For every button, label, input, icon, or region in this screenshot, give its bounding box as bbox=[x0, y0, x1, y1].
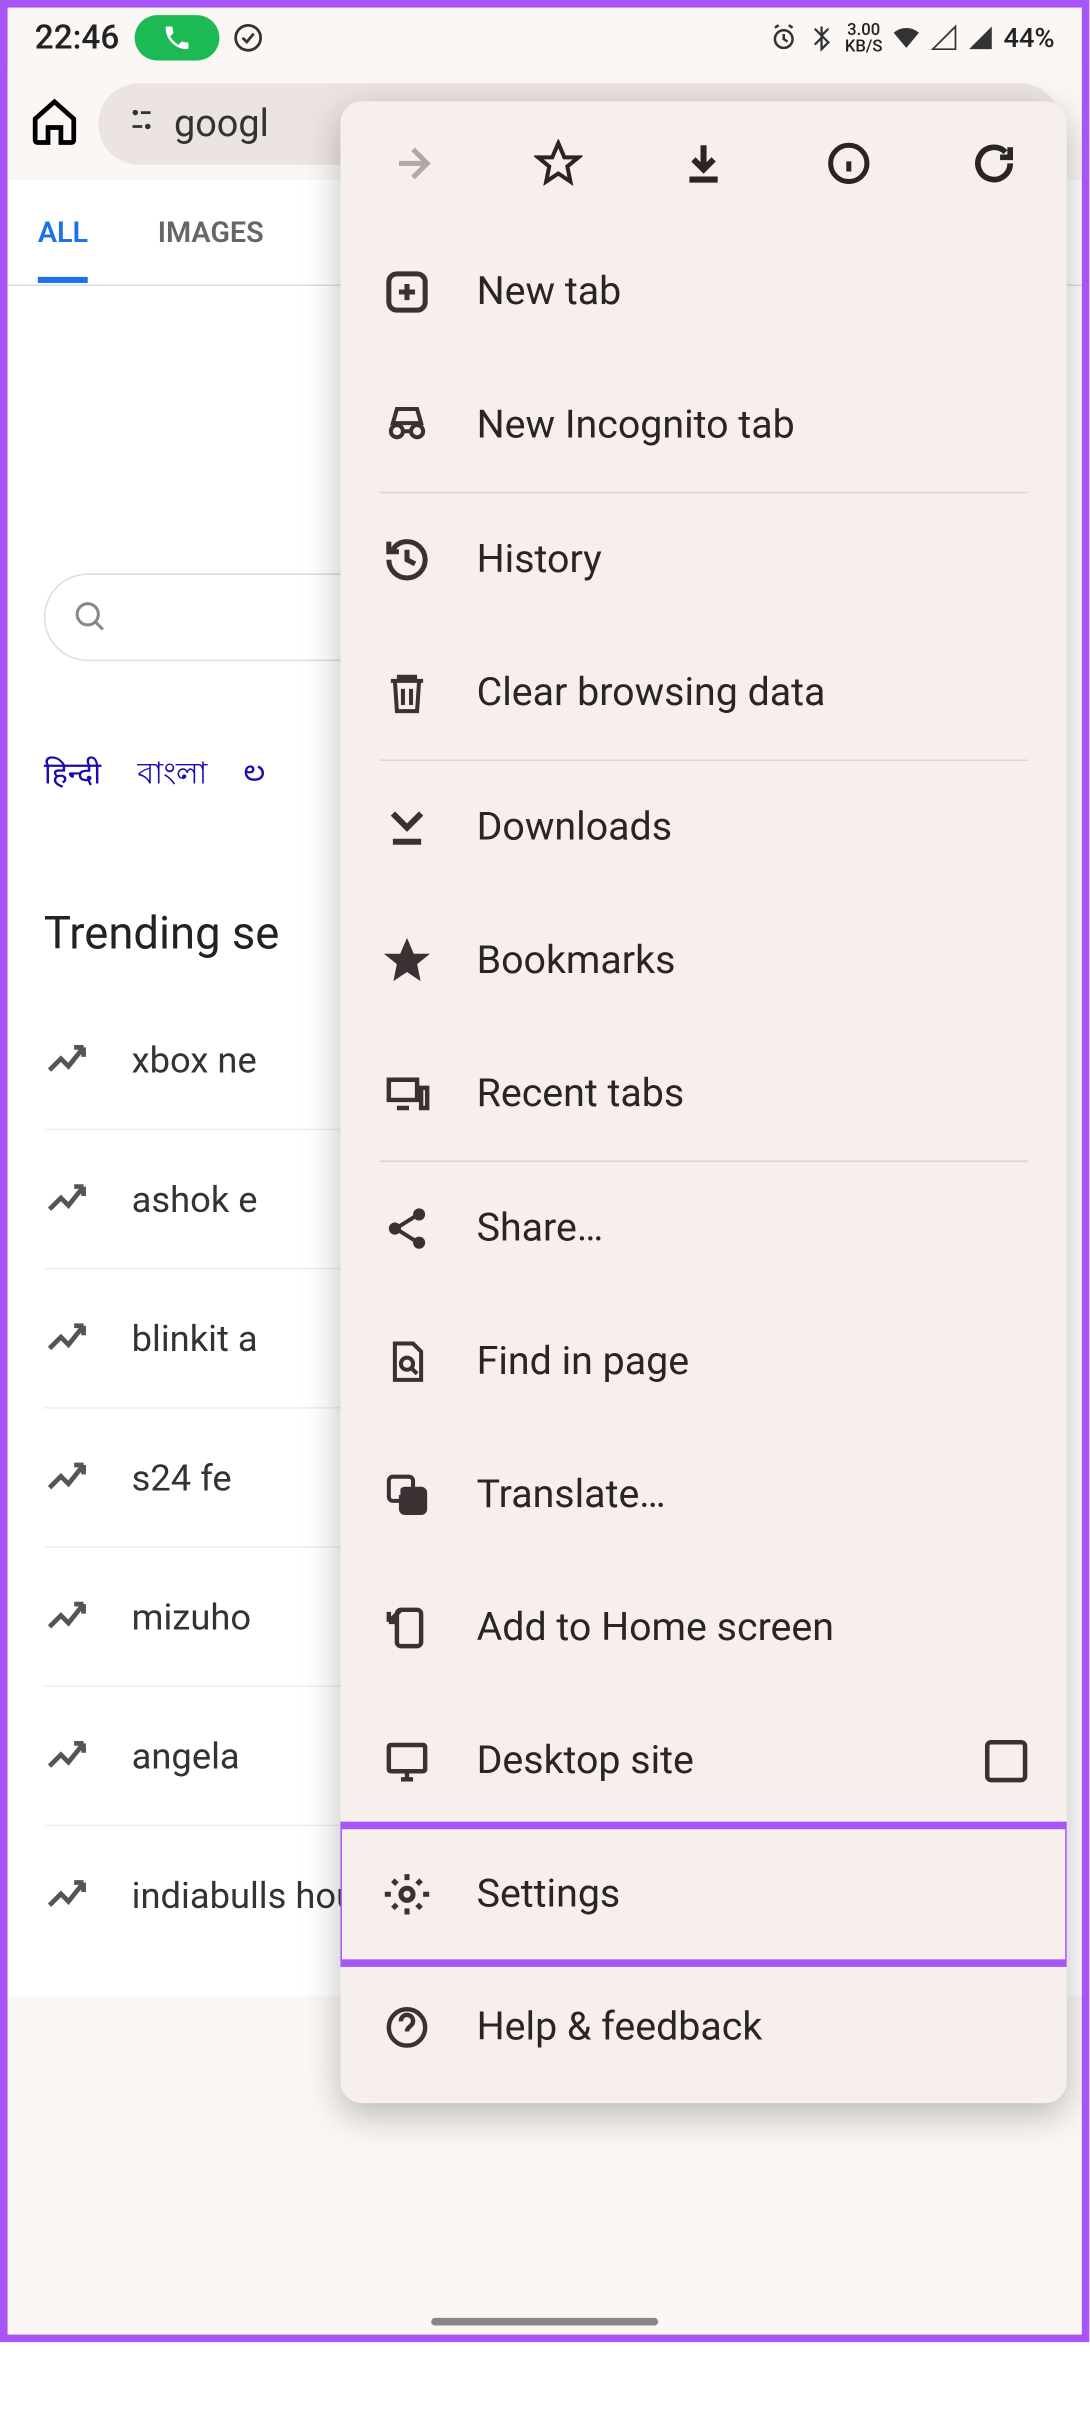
plus-square-icon bbox=[380, 265, 434, 319]
site-settings-icon bbox=[126, 102, 159, 146]
tab-images[interactable]: IMAGES bbox=[158, 182, 264, 283]
status-bar: 22:46 3.00KB/S 44% bbox=[8, 8, 1082, 69]
gear-icon bbox=[380, 1867, 434, 1921]
star-icon[interactable] bbox=[531, 136, 585, 190]
lang-link[interactable]: বাংলা bbox=[137, 752, 207, 802]
menu-translate[interactable]: Translate… bbox=[340, 1428, 1066, 1561]
signal-icon-2 bbox=[967, 24, 994, 51]
desktop-site-checkbox[interactable] bbox=[985, 1740, 1027, 1782]
menu-find[interactable]: Find in page bbox=[340, 1295, 1066, 1428]
history-icon bbox=[380, 533, 434, 587]
desktop-icon bbox=[380, 1734, 434, 1788]
download-icon[interactable] bbox=[676, 136, 730, 190]
menu-help[interactable]: Help & feedback bbox=[340, 1961, 1066, 2094]
lang-link[interactable]: ల bbox=[244, 752, 265, 802]
home-icon[interactable] bbox=[29, 95, 80, 152]
bookmarks-star-icon bbox=[380, 934, 434, 988]
menu-clear-data[interactable]: Clear browsing data bbox=[340, 626, 1066, 759]
signal-icon bbox=[931, 24, 958, 51]
menu-history[interactable]: History bbox=[340, 493, 1066, 626]
incognito-icon bbox=[380, 398, 434, 452]
menu-downloads[interactable]: Downloads bbox=[340, 761, 1066, 894]
menu-incognito[interactable]: New Incognito tab bbox=[340, 359, 1066, 492]
network-speed: 3.00KB/S bbox=[845, 21, 883, 54]
trash-icon bbox=[380, 666, 434, 720]
menu-desktop-site[interactable]: Desktop site bbox=[340, 1695, 1066, 1828]
menu-new-tab[interactable]: New tab bbox=[340, 225, 1066, 358]
help-icon bbox=[380, 2000, 434, 2054]
overflow-menu: New tab New Incognito tab History Clear … bbox=[340, 101, 1066, 2103]
bluetooth-icon bbox=[809, 24, 836, 51]
add-to-home-icon bbox=[380, 1601, 434, 1655]
tab-all[interactable]: ALL bbox=[38, 182, 88, 283]
nav-handle[interactable] bbox=[431, 2318, 658, 2326]
menu-settings[interactable]: Settings bbox=[340, 1828, 1066, 1961]
call-indicator-icon[interactable] bbox=[134, 15, 219, 60]
lang-link[interactable]: हिन्दी bbox=[44, 752, 101, 802]
menu-share[interactable]: Share… bbox=[340, 1162, 1066, 1295]
translate-icon bbox=[380, 1468, 434, 1522]
alarm-icon bbox=[769, 23, 799, 53]
downloads-icon bbox=[380, 800, 434, 854]
wifi-icon bbox=[892, 23, 922, 53]
share-icon bbox=[380, 1201, 434, 1255]
menu-add-home[interactable]: Add to Home screen bbox=[340, 1561, 1066, 1694]
forward-icon[interactable] bbox=[386, 136, 440, 190]
info-icon[interactable] bbox=[822, 136, 876, 190]
battery-percent: 44% bbox=[1004, 22, 1055, 54]
status-time: 22:46 bbox=[35, 19, 119, 57]
refresh-icon[interactable] bbox=[967, 136, 1021, 190]
url-text: googl bbox=[174, 102, 269, 146]
checkmark-icon bbox=[231, 21, 264, 54]
find-in-page-icon bbox=[380, 1334, 434, 1388]
menu-recent-tabs[interactable]: Recent tabs bbox=[340, 1027, 1066, 1160]
devices-icon bbox=[380, 1067, 434, 1121]
menu-bookmarks[interactable]: Bookmarks bbox=[340, 894, 1066, 1027]
